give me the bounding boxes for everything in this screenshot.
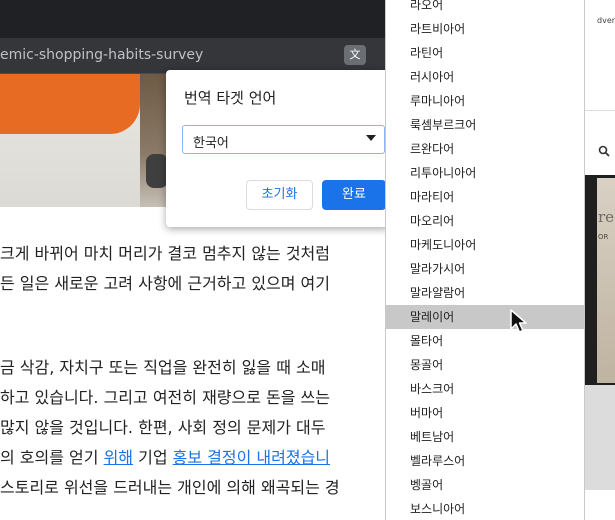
article-line: 든 일은 새로운 고려 사항에 근거하고 있으며 여기: [0, 274, 331, 293]
url-text[interactable]: emic-shopping-habits-survey: [0, 47, 203, 63]
article-link-2[interactable]: 홍보 결정이 내려졌습니: [173, 448, 330, 467]
reset-button[interactable]: 초기화: [246, 180, 313, 210]
language-option[interactable]: 리투아니아어: [386, 161, 584, 185]
language-option[interactable]: 벨라루스어: [386, 449, 584, 473]
translate-target-dialog: 번역 타겟 언어 한국어 초기화 완료: [166, 70, 390, 227]
language-option[interactable]: 루마니아어: [386, 89, 584, 113]
language-option[interactable]: 라트비아어: [386, 17, 584, 41]
article-link-1[interactable]: 위해: [104, 448, 133, 467]
right-promo-subtext: OR: [598, 233, 609, 241]
language-option[interactable]: 말라얄람어: [386, 281, 584, 305]
article-line: 금 삭감, 자치구 또는 직업을 완전히 잃을 때 소매: [0, 358, 326, 377]
language-option[interactable]: 몰타어: [386, 329, 584, 353]
language-option[interactable]: 벵골어: [386, 473, 584, 497]
dialog-title: 번역 타겟 언어: [184, 89, 277, 107]
language-option[interactable]: 베트남어: [386, 425, 584, 449]
language-option[interactable]: 룩셈부르크어: [386, 113, 584, 137]
language-option[interactable]: 라틴어: [386, 41, 584, 65]
translate-icon[interactable]: 文: [344, 45, 366, 65]
language-option[interactable]: 보스니아어: [386, 497, 584, 520]
article-line: 스토리로 위선을 드러내는 개인에 의해 왜곡되는 경: [0, 478, 340, 497]
language-select[interactable]: 한국어: [182, 125, 385, 154]
link-line-prefix: 의 호의를 얻기: [0, 448, 104, 467]
language-option[interactable]: 버마어: [386, 401, 584, 425]
done-button[interactable]: 완료: [322, 180, 386, 210]
language-option[interactable]: 마라티어: [386, 185, 584, 209]
article-line: 크게 바뀌어 마치 머리가 결코 멈추지 않는 것처럼: [0, 244, 331, 263]
language-dropdown-list[interactable]: 라오어 라트비아어 라틴어 러시아어 루마니아어 룩셈부르크어 르완다어 리투아…: [385, 0, 585, 520]
article-link-line: 의 호의를 얻기 위해 기업 홍보 결정이 내려졌습니: [0, 444, 330, 468]
language-option[interactable]: 마오리어: [386, 209, 584, 233]
advertising-label: dvertising: [597, 16, 615, 25]
hero-orange-shape: [0, 74, 140, 134]
language-option[interactable]: 러시아어: [386, 65, 584, 89]
right-promo-text: re: [598, 208, 615, 226]
language-option[interactable]: 바스크어: [386, 377, 584, 401]
language-option[interactable]: 몽골어: [386, 353, 584, 377]
article-line: 많지 않을 것입니다. 한편, 사회 정의 문제가 대두: [0, 418, 326, 437]
selected-language: 한국어: [193, 136, 229, 151]
mouse-cursor-icon: [509, 308, 531, 336]
dropdown-arrow-icon: [366, 135, 376, 141]
link-line-middle: 기업: [133, 448, 173, 467]
language-option[interactable]: 마케도니아어: [386, 233, 584, 257]
hero-shoe: [146, 154, 168, 188]
article-hero-image: [0, 74, 168, 207]
language-option-selected[interactable]: 말레이어: [386, 305, 584, 329]
right-scroll-area: [585, 385, 615, 490]
search-icon[interactable]: [598, 145, 612, 159]
article-line: 하고 있습니다. 그리고 여전히 재량으로 돈을 쓰는: [0, 388, 331, 407]
right-divider: [585, 110, 615, 111]
language-option[interactable]: 말라가시어: [386, 257, 584, 281]
language-option[interactable]: 르완다어: [386, 137, 584, 161]
language-option[interactable]: 라오어: [386, 0, 584, 17]
